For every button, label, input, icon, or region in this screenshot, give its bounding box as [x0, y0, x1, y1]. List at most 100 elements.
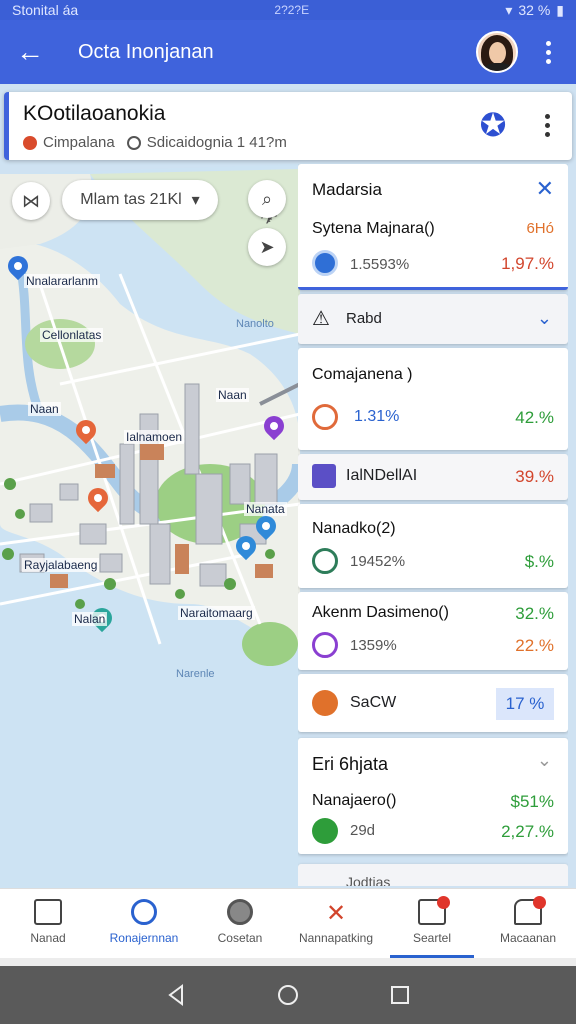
nav-item-3[interactable]: Cosetan	[192, 889, 288, 958]
place-card[interactable]: KOotilaoanokia Cimpalana Sdicaidognia 1 …	[4, 92, 572, 160]
mail-icon	[418, 896, 450, 925]
panel-item-name: Sytena Majnara()	[312, 220, 435, 237]
list-item[interactable]: Akenm Dasimeno() 32.% 1359% 22.%	[298, 592, 568, 670]
list-item-title: IalNDellAI	[346, 467, 418, 484]
status-bar: Stonital áa 2?2?E ▾ 32 % ▮	[0, 0, 576, 20]
circle-icon	[312, 690, 338, 716]
list-item-title: Eri 6hjata	[312, 754, 389, 774]
list-item[interactable]: Comajanena ) 1.31% 42.%	[298, 348, 568, 450]
list-item-sub: 1.31%	[354, 408, 400, 425]
document-icon	[34, 899, 62, 925]
list-item-title: Nanadko(2)	[312, 520, 396, 537]
map-label: Naraitomaarg	[178, 606, 255, 620]
map-label: Nanata	[244, 502, 287, 516]
tools-icon: ✕	[325, 900, 347, 927]
water-label: Narenle	[176, 668, 215, 680]
app-title: Octa Inonjanan	[78, 40, 214, 63]
map-label: Ialnamoen	[124, 430, 185, 444]
place-chip-2: Sdicaidognia 1 41?m	[146, 134, 287, 151]
water-label: Nanolto	[236, 318, 274, 330]
star-icon[interactable]: ✪	[476, 108, 510, 142]
list-item-value: 2,27.%	[501, 822, 554, 841]
chevron-down-icon: ▾	[191, 192, 200, 209]
drop-icon	[312, 250, 338, 276]
chart-icon	[312, 464, 336, 488]
panel-select[interactable]: ⚠ Rabd ⌄	[298, 294, 568, 344]
nav-item-4[interactable]: ✕ Nannapatking	[288, 889, 384, 958]
panel-header[interactable]: Madarsia ✕ Sytena Majnara() 6Hó 1.5593% …	[298, 164, 568, 290]
location-icon	[23, 135, 37, 150]
panel-title: Madarsia	[312, 180, 382, 199]
nav-label: Nanad	[30, 931, 66, 945]
chevron-icon[interactable]: ⌄	[537, 308, 552, 329]
circle-icon	[312, 404, 338, 430]
circle-icon	[312, 632, 338, 658]
list-item-title: SaCW	[350, 694, 397, 711]
system-nav-bar	[0, 966, 576, 1024]
list-item-value: 22.%	[515, 636, 554, 655]
filter-label: Mlam tas 21Kl	[80, 191, 182, 208]
list-item-title: Akenm Dasimeno()	[312, 604, 449, 621]
nav-label: Cosetan	[217, 931, 263, 945]
close-icon[interactable]: ✕	[536, 176, 554, 202]
back-triangle-icon[interactable]	[164, 983, 188, 1007]
nav-item-5[interactable]: Seartel	[384, 889, 480, 958]
panel-item-value: 6Hó	[526, 220, 554, 237]
navigate-icon[interactable]: ➤	[248, 228, 286, 266]
app-bar: ← Octa Inonjanan	[0, 20, 576, 84]
list-item-sub: 19452%	[350, 553, 406, 570]
filter-dropdown[interactable]: Mlam tas 21Kl ▾	[62, 180, 218, 220]
map-label: Naan	[216, 388, 249, 402]
wifi-icon: ▾	[505, 1, 513, 18]
map-label: Cellonlatas	[40, 328, 104, 342]
battery-icon: ▮	[556, 1, 564, 18]
nav-label: Ronajernnan	[109, 931, 179, 945]
list-item-value: $51%	[510, 792, 554, 811]
record-icon	[227, 899, 253, 925]
layers-icon[interactable]: ⋈	[12, 182, 50, 220]
more-vert-icon[interactable]	[545, 114, 550, 137]
nav-label: Macaanan	[499, 931, 557, 945]
list-item[interactable]: Jodtias	[298, 864, 568, 886]
list-item[interactable]: SaCW 17 %	[298, 674, 568, 732]
back-arrow-icon[interactable]: ←	[0, 20, 60, 84]
list-item-title: Comajanena )	[312, 366, 413, 383]
list-item-sub: 29d	[350, 822, 376, 839]
nav-item-1[interactable]: Nanad	[0, 889, 96, 958]
list-item-value: 42.%	[515, 408, 554, 427]
list-item[interactable]: Nanadko(2) 19452% $.%	[298, 504, 568, 588]
notification-badge	[437, 896, 450, 909]
chevron-down-icon[interactable]: ⌄	[537, 750, 552, 771]
nav-item-6[interactable]: Macaanan	[480, 889, 576, 958]
nav-item-2[interactable]: Ronajernnan	[96, 889, 192, 958]
list-item-value: $.%	[524, 552, 554, 571]
select-label: Rabd	[346, 310, 382, 327]
list-item-title: Jodtias	[346, 874, 391, 886]
status-clock: 2?2?E	[274, 3, 310, 17]
map-label: Nalan	[72, 612, 108, 626]
recents-square-icon[interactable]	[388, 983, 412, 1007]
list-item-sub: 1359%	[350, 637, 397, 654]
list-item-value: 17 %	[496, 688, 554, 720]
search-icon[interactable]: ⌕	[248, 180, 286, 218]
panel-item-sub: 1.5593%	[350, 256, 410, 273]
list-item[interactable]: Eri 6hjata ⌄ Nanajaero() $51% 29d 2,27.%	[298, 738, 568, 854]
more-vert-icon[interactable]	[530, 40, 566, 64]
list-item[interactable]: IalNDellAI 39.%	[298, 454, 568, 500]
map-label: Rayjalabaeng	[22, 558, 100, 572]
home-circle-icon[interactable]	[276, 983, 300, 1007]
clock-icon	[126, 135, 141, 150]
list-item-name: Nanajaero()	[312, 792, 397, 809]
place-chip-1: Cimpalana	[43, 134, 115, 151]
check-icon	[312, 818, 338, 844]
nav-label: Seartel	[412, 931, 452, 945]
panel-item-sub-value: 1,97.%	[501, 254, 554, 273]
people-icon	[131, 899, 157, 925]
notification-badge	[533, 896, 546, 909]
status-left-text: Stonital áa	[12, 2, 79, 18]
bottom-nav: Nanad Ronajernnan Cosetan ✕ Nannapatking…	[0, 888, 576, 958]
avatar[interactable]	[476, 31, 518, 73]
divider	[0, 958, 576, 966]
list-item-value: 39.%	[515, 467, 554, 486]
warning-icon: ⚠	[312, 308, 330, 330]
